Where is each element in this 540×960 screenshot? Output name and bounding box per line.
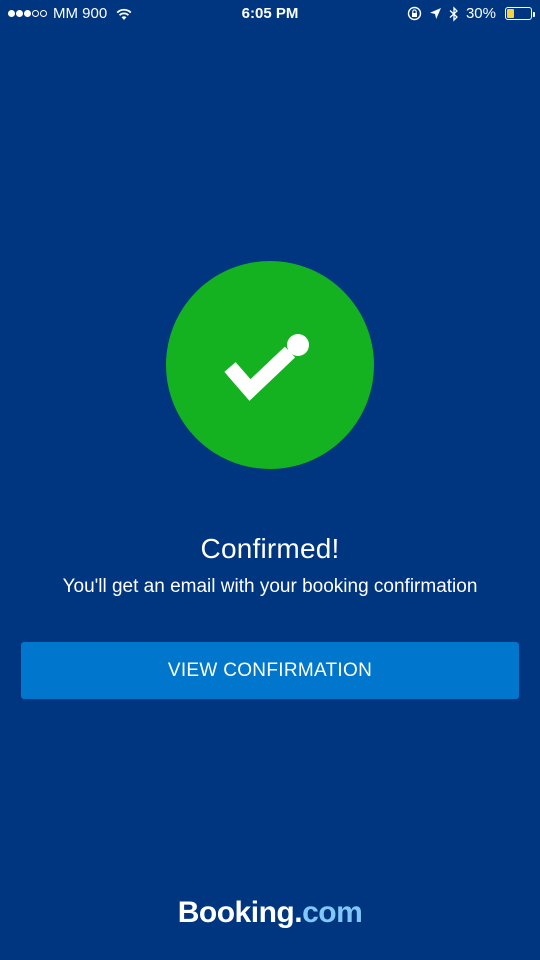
view-confirmation-button[interactable]: VIEW CONFIRMATION [21,642,519,699]
confirmation-title: Confirmed! [200,533,340,564]
logo-brand: Booking [177,896,295,929]
location-arrow-icon [429,7,442,20]
logo-suffix: com [302,896,363,929]
battery-tip [533,11,535,17]
logo-separator: . [294,896,303,929]
battery-level-fill [507,9,514,18]
success-badge [166,261,374,469]
lock-rotation-icon [407,6,422,21]
checkmark-icon [224,334,309,401]
booking-confirmed-screen: MM 900 6:05 PM 30% Confirmed! You'll get… [0,0,540,960]
status-bar: MM 900 6:05 PM 30% [0,0,540,28]
booking-logo: Booking.com [0,896,540,930]
status-bar-right: 30% [407,5,535,22]
bluetooth-icon [449,5,459,22]
confirmation-subtitle: You'll get an email with your booking co… [62,576,478,597]
battery-percent: 30% [465,5,496,22]
battery-icon [505,7,535,20]
